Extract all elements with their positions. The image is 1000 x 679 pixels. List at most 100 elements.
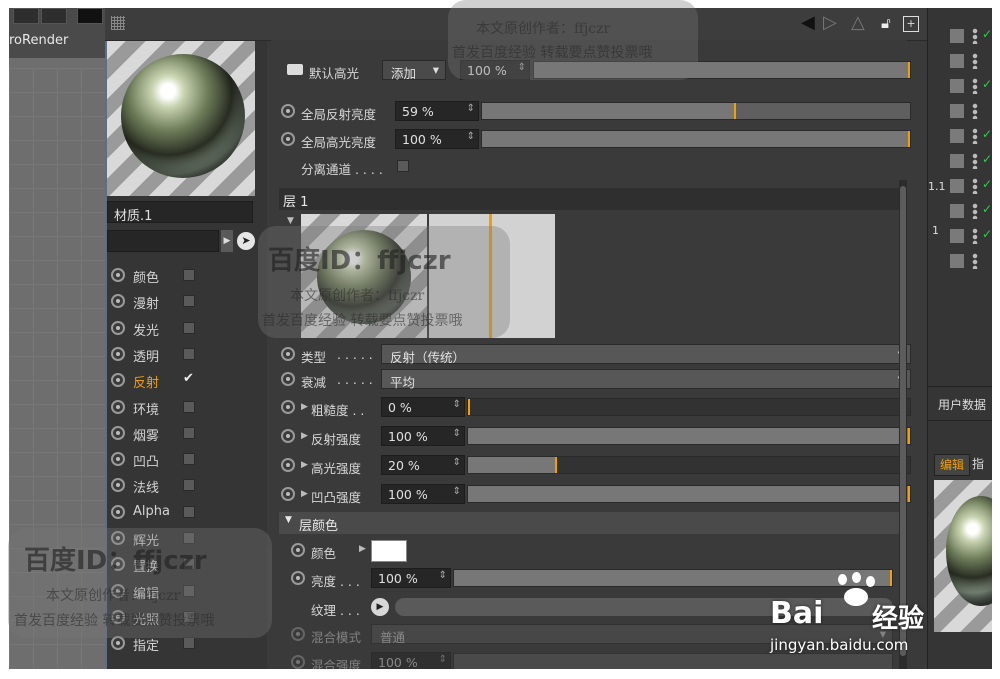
global-reflection-radio[interactable] xyxy=(281,104,295,118)
material-search-field[interactable] xyxy=(107,230,219,252)
object-row[interactable]: ✓ xyxy=(950,151,992,171)
brightness-radio[interactable] xyxy=(291,571,305,585)
enabled-check-icon[interactable]: ✓ xyxy=(982,227,992,241)
channel-checkbox[interactable] xyxy=(183,321,195,334)
layer-1-header[interactable]: 层 1 xyxy=(279,188,907,210)
tag-icon[interactable] xyxy=(950,179,964,193)
visibility-dots-icon[interactable] xyxy=(972,253,978,269)
channel-item[interactable]: 发光 xyxy=(111,317,261,339)
channel-checkbox[interactable] xyxy=(183,400,195,413)
channel-item[interactable]: Alpha xyxy=(111,501,261,523)
visibility-dots-icon[interactable] xyxy=(972,203,978,219)
channel-item[interactable]: 环境 xyxy=(111,396,261,418)
global-specular-value[interactable]: 100 % xyxy=(395,129,479,149)
new-panel-icon[interactable]: + xyxy=(903,16,919,32)
tag-icon[interactable] xyxy=(950,54,964,68)
bump-strength-value[interactable]: 100 % xyxy=(381,484,465,504)
collapse-triangle-icon[interactable]: ▼ xyxy=(287,216,294,226)
channel-checkbox[interactable] xyxy=(183,479,195,492)
enabled-check-icon[interactable]: ✓ xyxy=(982,127,992,141)
enabled-check-icon[interactable]: ✓ xyxy=(982,77,992,91)
channel-checkbox[interactable] xyxy=(183,269,195,281)
viewport-tool-icon[interactable] xyxy=(41,8,67,24)
eye-icon[interactable] xyxy=(287,64,303,75)
layer-falloff-dropdown[interactable]: 平均 xyxy=(381,369,911,390)
reflection-strength-value[interactable]: 100 % xyxy=(381,426,465,446)
attribute-scrollbar[interactable] xyxy=(899,180,907,669)
visibility-dots-icon[interactable] xyxy=(972,178,978,194)
visibility-dots-icon[interactable] xyxy=(972,53,978,69)
channel-item[interactable]: 烟雾 xyxy=(111,422,261,444)
layer-color-swatch[interactable] xyxy=(371,540,407,562)
object-row[interactable]: ✓ xyxy=(950,76,992,96)
edit-tab[interactable]: 编辑 xyxy=(934,454,970,476)
visibility-dots-icon[interactable] xyxy=(972,128,978,144)
channel-checkbox[interactable] xyxy=(183,505,195,518)
blend-strength-slider[interactable] xyxy=(453,653,893,669)
expand-triangle-icon[interactable]: ▶ xyxy=(301,431,308,441)
up-arrow-icon[interactable]: △ xyxy=(851,12,865,33)
forward-arrow-icon[interactable]: ▷ xyxy=(823,12,837,33)
roughness-slider[interactable] xyxy=(467,398,911,416)
tag-icon[interactable] xyxy=(950,29,964,43)
channel-checkbox[interactable] xyxy=(183,295,195,308)
reflection-strength-slider[interactable] xyxy=(467,427,911,445)
tag-icon[interactable] xyxy=(950,154,964,168)
channel-radio[interactable] xyxy=(111,294,125,309)
object-row[interactable] xyxy=(950,51,992,71)
layer-color-header[interactable]: ▼ 层颜色 xyxy=(279,512,907,534)
channel-radio[interactable] xyxy=(111,478,125,493)
arrow-right-icon[interactable]: ▶ xyxy=(221,230,233,252)
enabled-check-icon[interactable]: ✓ xyxy=(982,27,992,41)
channel-radio[interactable] xyxy=(111,425,125,440)
layer-type-radio[interactable] xyxy=(281,347,295,361)
tag-icon[interactable] xyxy=(950,104,964,118)
specular-strength-radio[interactable] xyxy=(281,458,295,472)
channel-item[interactable]: 漫射 xyxy=(111,290,261,312)
visibility-dots-icon[interactable] xyxy=(972,28,978,44)
material-name-field[interactable]: 材质.1 xyxy=(107,201,253,224)
brightness-value[interactable]: 100 % xyxy=(371,568,451,588)
texture-arrow-icon[interactable]: ▶ xyxy=(371,598,389,616)
channel-checkbox[interactable]: ✔ xyxy=(183,372,195,386)
channel-radio[interactable] xyxy=(111,452,125,467)
scrollbar-thumb[interactable] xyxy=(900,186,906,656)
channel-item[interactable]: 透明 xyxy=(111,343,261,365)
expand-triangle-icon[interactable]: ▶ xyxy=(301,402,308,412)
material-preview[interactable] xyxy=(107,40,255,196)
lock-icon[interactable]: 🔓︎ xyxy=(881,14,891,32)
default-specular-mode-dropdown[interactable]: 添加 xyxy=(382,60,446,81)
channel-item[interactable]: 颜色 xyxy=(111,264,261,286)
layer-type-dropdown[interactable]: 反射（传统） xyxy=(381,344,911,365)
tag-icon[interactable] xyxy=(950,79,964,93)
specular-strength-slider[interactable] xyxy=(467,456,911,474)
object-row[interactable] xyxy=(950,101,992,121)
assign-tab[interactable]: 指 xyxy=(972,454,992,474)
tag-icon[interactable] xyxy=(950,129,964,143)
brightness-slider[interactable] xyxy=(453,569,893,587)
reflection-strength-radio[interactable] xyxy=(281,429,295,443)
channel-radio[interactable] xyxy=(111,268,125,282)
object-row[interactable]: ✓ xyxy=(950,226,992,246)
global-specular-radio[interactable] xyxy=(281,132,295,146)
channel-radio[interactable] xyxy=(111,373,125,388)
global-reflection-slider[interactable] xyxy=(481,102,911,120)
global-reflection-value[interactable]: 59 % xyxy=(395,101,479,121)
channel-checkbox[interactable] xyxy=(183,426,195,439)
object-row[interactable] xyxy=(950,251,992,271)
channel-checkbox[interactable] xyxy=(183,453,195,466)
roughness-radio[interactable] xyxy=(281,400,295,414)
visibility-dots-icon[interactable] xyxy=(972,103,978,119)
right-material-preview[interactable] xyxy=(934,480,992,632)
channel-checkbox[interactable] xyxy=(183,347,195,360)
object-row[interactable]: ✓ xyxy=(950,126,992,146)
back-arrow-icon[interactable]: ◀ xyxy=(801,12,815,33)
channel-radio[interactable] xyxy=(111,346,125,361)
tag-icon[interactable] xyxy=(950,204,964,218)
bump-strength-radio[interactable] xyxy=(281,487,295,501)
specular-strength-value[interactable]: 20 % xyxy=(381,455,465,475)
object-row[interactable]: ✓ xyxy=(950,176,992,196)
layer-color-radio[interactable] xyxy=(291,543,305,557)
channel-radio[interactable] xyxy=(111,636,125,651)
visibility-dots-icon[interactable] xyxy=(972,228,978,244)
